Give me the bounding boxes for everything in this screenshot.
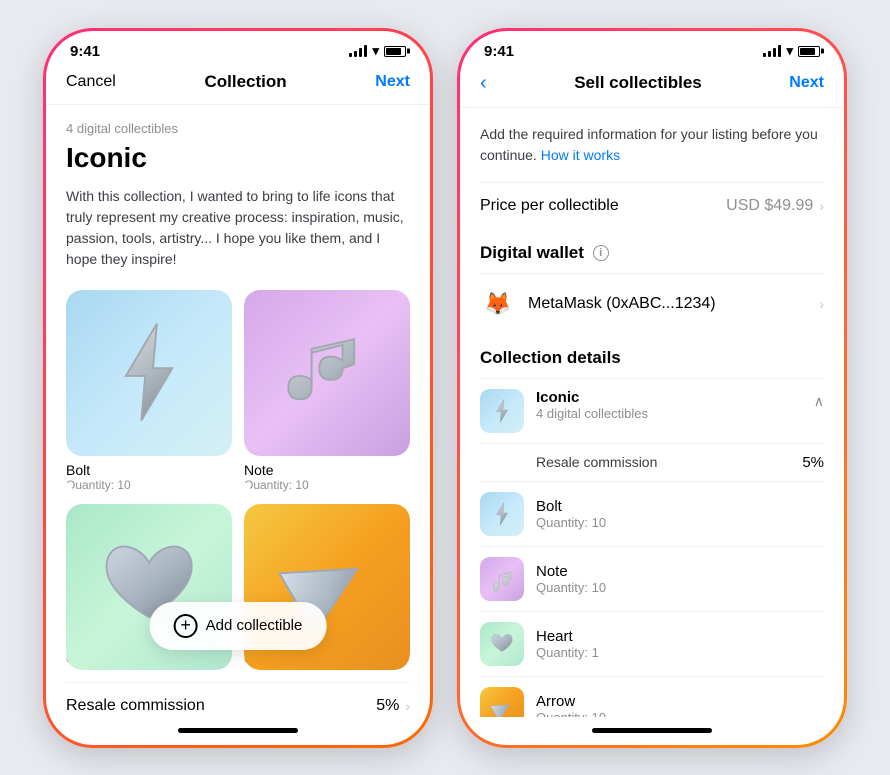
price-label: Price per collectible: [480, 197, 619, 215]
next-button-left[interactable]: Next: [375, 73, 410, 91]
nft-qty-arrow: Quantity: 10: [536, 710, 606, 717]
nft-info-bolt: Bolt Quantity: 10: [536, 498, 606, 530]
collection-details-heading: Collection details: [480, 334, 824, 378]
battery-icon: [384, 46, 406, 57]
iconic-name: Iconic: [536, 389, 802, 406]
collection-nav-title: Collection: [204, 72, 286, 92]
scroll-content-right: Add the required information for your li…: [460, 108, 844, 717]
home-indicator-left: [46, 717, 430, 745]
resale-label: Resale commission: [66, 697, 205, 715]
add-collectible-button[interactable]: + Add collectible: [150, 602, 327, 650]
status-icons-left: ▾: [349, 43, 406, 59]
nft-info-arrow: Arrow Quantity: 10: [536, 693, 606, 717]
nft-name-heart: Heart: [536, 628, 599, 645]
home-bar-left: [178, 728, 298, 733]
home-bar-right: [592, 728, 712, 733]
how-it-works-link[interactable]: How it works: [541, 147, 620, 163]
wallet-chevron-icon: ›: [819, 296, 824, 312]
wifi-icon: ▾: [372, 43, 379, 59]
nft-qty-bolt: Quantity: 10: [536, 515, 606, 530]
collectible-name-note: Note: [244, 462, 410, 478]
time-left: 9:41: [70, 43, 100, 60]
wifi-icon-right: ▾: [786, 43, 793, 59]
status-bar-left: 9:41 ▾: [46, 31, 430, 64]
nav-bar-right: ‹ Sell collectibles Next: [460, 64, 844, 108]
metamask-icon: 🦊: [480, 286, 516, 322]
price-row[interactable]: Price per collectible USD $49.99 ›: [480, 182, 824, 229]
back-button[interactable]: ‹: [480, 72, 487, 95]
nft-img-arrow: [480, 687, 524, 717]
nft-qty-heart: Quantity: 1: [536, 645, 599, 660]
chevron-right-icon: ›: [405, 698, 410, 714]
nft-info-note: Note Quantity: 10: [536, 563, 606, 595]
nav-bar-left: Cancel Collection Next: [46, 64, 430, 105]
resale-commission-row[interactable]: Resale commission 5% ›: [66, 682, 410, 717]
battery-icon-right: [798, 46, 820, 57]
nft-img-heart: [480, 622, 524, 666]
collectible-name-bolt: Bolt: [66, 462, 232, 478]
resale-pct: 5%: [376, 697, 399, 715]
status-bar-right: 9:41 ▾: [460, 31, 844, 64]
nft-img-note: [480, 557, 524, 601]
resale-value: 5% ›: [376, 697, 410, 715]
nft-name-bolt: Bolt: [536, 498, 606, 515]
time-right: 9:41: [484, 43, 514, 60]
add-collectible-label: Add collectible: [206, 617, 303, 634]
collection-description: With this collection, I wanted to bring …: [66, 186, 410, 270]
left-phone: 9:41 ▾ Cancel Collection Next 4 digital …: [43, 28, 433, 748]
next-button-right[interactable]: Next: [789, 74, 824, 92]
collectible-qty-note: Quantity: 10: [244, 478, 410, 492]
info-icon[interactable]: i: [593, 245, 609, 261]
sell-nav-title: Sell collectibles: [574, 73, 702, 93]
nft-item-note: Note Quantity: 10: [480, 546, 824, 611]
nft-item-arrow: Arrow Quantity: 10: [480, 676, 824, 717]
signal-icon: [349, 45, 367, 57]
collection-count: 4 digital collectibles: [66, 121, 410, 136]
nft-item-heart: Heart Quantity: 1: [480, 611, 824, 676]
iconic-count: 4 digital collectibles: [536, 406, 802, 421]
cancel-button[interactable]: Cancel: [66, 73, 116, 91]
home-indicator-right: [460, 717, 844, 745]
nft-name-arrow: Arrow: [536, 693, 606, 710]
collection-item-info-iconic: Iconic 4 digital collectibles: [536, 389, 802, 421]
wallet-left: 🦊 MetaMask (0xABC...1234): [480, 286, 716, 322]
subtitle-text: Add the required information for your li…: [480, 124, 824, 166]
scroll-content-left: 4 digital collectibles Iconic With this …: [46, 105, 430, 717]
status-icons-right: ▾: [763, 43, 820, 59]
collectible-image-note: [244, 290, 410, 456]
collection-item-iconic: Iconic 4 digital collectibles ∧: [480, 378, 824, 443]
price-chevron-icon: ›: [819, 198, 824, 214]
resale-commission-label-right: Resale commission: [536, 454, 657, 470]
add-icon: +: [174, 614, 198, 638]
signal-icon-right: [763, 45, 781, 57]
nft-img-bolt: [480, 492, 524, 536]
collectible-qty-bolt: Quantity: 10: [66, 478, 232, 492]
collectible-card-note: Note Quantity: 10: [244, 290, 410, 492]
nft-info-heart: Heart Quantity: 1: [536, 628, 599, 660]
nft-item-bolt: Bolt Quantity: 10: [480, 481, 824, 546]
price-amount: USD $49.99: [726, 197, 813, 215]
wallet-heading: Digital wallet i: [480, 229, 824, 273]
collectibles-grid: Bolt Quantity: 10: [66, 290, 410, 670]
wallet-name: MetaMask (0xABC...1234): [528, 295, 716, 313]
collection-title: Iconic: [66, 142, 410, 174]
nft-qty-note: Quantity: 10: [536, 580, 606, 595]
collection-item-img-iconic: [480, 389, 524, 433]
collapse-icon[interactable]: ∧: [814, 393, 824, 410]
resale-commission-right: Resale commission 5%: [480, 443, 824, 481]
collectible-image-bolt: [66, 290, 232, 456]
nft-name-note: Note: [536, 563, 606, 580]
wallet-row[interactable]: 🦊 MetaMask (0xABC...1234) ›: [480, 273, 824, 334]
right-phone: 9:41 ▾ ‹ Sell collectibles Next Add the …: [457, 28, 847, 748]
price-value: USD $49.99 ›: [726, 197, 824, 215]
resale-commission-value-right: 5%: [802, 454, 824, 471]
collectible-card-bolt: Bolt Quantity: 10: [66, 290, 232, 492]
